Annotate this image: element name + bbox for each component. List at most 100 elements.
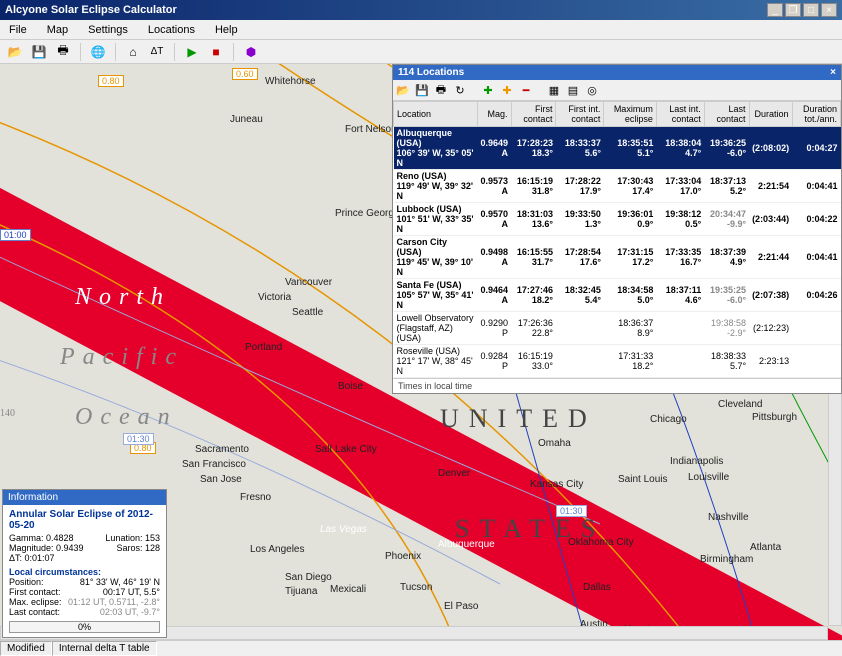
loc-addall-icon[interactable]: ✚ <box>499 82 515 98</box>
restore-button[interactable]: ❐ <box>785 3 801 17</box>
city: Birmingham <box>700 554 753 565</box>
table-row[interactable]: Lubbock (USA)101° 51' W, 33° 35' N0.9570… <box>394 203 841 236</box>
city: Cleveland <box>718 399 762 410</box>
table-row[interactable]: Reno (USA)119° 49' W, 39° 32' N0.9573A16… <box>394 170 841 203</box>
titlebar: Alcyone Solar Eclipse Calculator _ ❐ □ × <box>0 0 842 20</box>
city: Albuquerque <box>438 539 495 550</box>
city: Portland <box>245 342 282 353</box>
city: San Francisco <box>182 459 246 470</box>
table-row[interactable]: Roseville (USA)121° 17' W, 38° 45' N0.92… <box>394 345 841 378</box>
close-button[interactable]: × <box>821 3 837 17</box>
loc-grid2-icon[interactable]: ▤ <box>565 82 581 98</box>
loc-grid1-icon[interactable]: ▦ <box>546 82 562 98</box>
city: Fort Nelson <box>345 124 397 135</box>
city: Prince George <box>335 208 399 219</box>
city: Kansas City <box>530 479 583 490</box>
loc-print-icon[interactable]: 🖶 <box>433 82 449 98</box>
city: Sacramento <box>195 444 249 455</box>
city: Chicago <box>650 414 687 425</box>
deltat: ΔT: 0:01:07 <box>9 553 55 563</box>
loc-target-icon[interactable]: ◎ <box>584 82 600 98</box>
toolbar: 📂 💾 🖶 🌐 ⌂ ΔT ▶ ■ ⬢ <box>0 40 842 64</box>
locations-titlebar[interactable]: 114 Locations × <box>393 65 841 80</box>
table-row[interactable]: Santa Fe (USA)105° 57' W, 35° 41' N0.946… <box>394 279 841 312</box>
locations-close-icon[interactable]: × <box>830 67 836 78</box>
col-location[interactable]: Location <box>394 102 478 127</box>
city: Tijuana <box>285 586 317 597</box>
col-mag[interactable]: Mag. <box>477 102 511 127</box>
window-controls: _ ❐ □ × <box>767 3 837 17</box>
city: Seattle <box>292 307 323 318</box>
status-deltat: Internal delta T table <box>52 641 157 656</box>
play-icon[interactable]: ▶ <box>182 42 202 62</box>
loc-add-icon[interactable]: ✚ <box>480 82 496 98</box>
city: Victoria <box>258 292 291 303</box>
globe-icon[interactable]: 🌐 <box>88 42 108 62</box>
city: Tucson <box>400 582 432 593</box>
col-durta[interactable]: Duration tot./ann. <box>792 102 840 127</box>
col-c4[interactable]: Last contact <box>704 102 749 127</box>
separator <box>115 43 116 61</box>
table-row[interactable]: Albuquerque (USA)106° 39' W, 35° 05' N0.… <box>394 127 841 170</box>
iso-0130: 01:30 <box>123 433 154 445</box>
menu-help[interactable]: Help <box>211 23 242 37</box>
info-body: Annular Solar Eclipse of 2012-05-20 Gamm… <box>3 505 166 637</box>
col-max[interactable]: Maximum eclipse <box>604 102 656 127</box>
city: Fresno <box>240 492 271 503</box>
col-c2[interactable]: First int. contact <box>556 102 604 127</box>
city: Salt Lake City <box>315 444 377 455</box>
stop-icon[interactable]: ■ <box>206 42 226 62</box>
city: Whitehorse <box>265 76 316 87</box>
minimize-button[interactable]: _ <box>767 3 783 17</box>
city: Oklahoma City <box>568 537 634 548</box>
home-icon[interactable]: ⌂ <box>123 42 143 62</box>
table-row[interactable]: Carson City (USA)119° 45' W, 39° 10' N0.… <box>394 236 841 279</box>
city: Saint Louis <box>618 474 667 485</box>
city: Dallas <box>583 582 611 593</box>
city: Juneau <box>230 114 263 125</box>
locations-footer: Times in local time <box>393 378 841 393</box>
menu-file[interactable]: File <box>5 23 31 37</box>
open-icon[interactable]: 📂 <box>5 42 25 62</box>
print-icon[interactable]: 🖶 <box>53 42 73 62</box>
iso-060: 0.60 <box>232 68 258 80</box>
loc-open-icon[interactable]: 📂 <box>395 82 411 98</box>
locations-panel: 114 Locations × 📂 💾 🖶 ↻ ✚ ✚ ━ ▦ ▤ ◎ Loca… <box>392 64 842 394</box>
loc-remove-icon[interactable]: ━ <box>518 82 534 98</box>
city: Pittsburgh <box>752 412 797 423</box>
loc-save-icon[interactable]: 💾 <box>414 82 430 98</box>
statusbar: Modified Internal delta T table <box>0 640 842 656</box>
city: Los Angeles <box>250 544 305 555</box>
city: Las Vegas <box>320 524 367 535</box>
col-c3[interactable]: Last int. contact <box>656 102 704 127</box>
map-area[interactable]: 0.80 0.60 0.80 0.60 0.80 0.80 01:00 01:3… <box>0 64 842 640</box>
separator <box>80 43 81 61</box>
menu-settings[interactable]: Settings <box>84 23 132 37</box>
save-icon[interactable]: 💾 <box>29 42 49 62</box>
city: Atlanta <box>750 542 781 553</box>
separator <box>233 43 234 61</box>
locations-table: Location Mag. First contact First int. c… <box>393 101 841 378</box>
module-icon[interactable]: ⬢ <box>241 42 261 62</box>
eclipse-heading: Annular Solar Eclipse of 2012-05-20 <box>9 509 160 531</box>
info-titlebar[interactable]: Information <box>3 490 166 505</box>
table-row[interactable]: Lowell Observatory (Flagstaff, AZ) (USA)… <box>394 312 841 345</box>
info-panel: Information Annular Solar Eclipse of 201… <box>2 489 167 638</box>
city: Mexicali <box>330 584 366 595</box>
city: Boise <box>338 381 363 392</box>
city: Nashville <box>708 512 749 523</box>
deltat-icon[interactable]: ΔT <box>147 42 167 62</box>
locations-toolbar: 📂 💾 🖶 ↻ ✚ ✚ ━ ▦ ▤ ◎ <box>393 80 841 101</box>
menubar: File Map Settings Locations Help <box>0 20 842 40</box>
city: Louisville <box>688 472 729 483</box>
loc-refresh-icon[interactable]: ↻ <box>452 82 468 98</box>
city: Indianapolis <box>670 456 723 467</box>
iso-0130b: 01:30 <box>556 505 587 517</box>
menu-locations[interactable]: Locations <box>144 23 199 37</box>
menu-map[interactable]: Map <box>43 23 72 37</box>
col-c1[interactable]: First contact <box>511 102 556 127</box>
app-title: Alcyone Solar Eclipse Calculator <box>5 4 177 16</box>
col-dur[interactable]: Duration <box>749 102 792 127</box>
iso-080: 0.80 <box>98 75 124 87</box>
maximize-button[interactable]: □ <box>803 3 819 17</box>
